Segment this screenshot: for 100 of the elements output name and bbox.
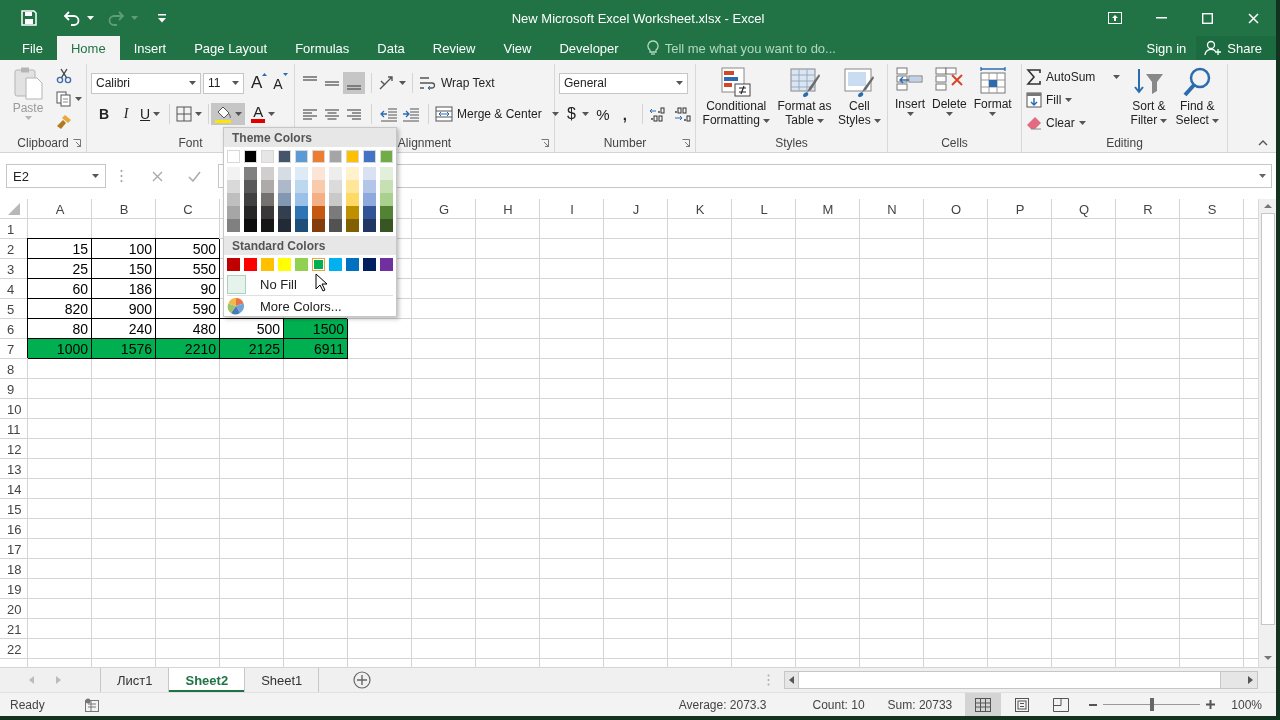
color-swatch[interactable] <box>329 258 342 271</box>
column-header[interactable]: G <box>412 199 476 219</box>
menu-tab[interactable]: Page Layout <box>180 36 282 60</box>
dialog-launcher-icon[interactable] <box>541 139 549 147</box>
column-header[interactable]: B <box>92 199 156 219</box>
color-swatch[interactable] <box>261 193 274 206</box>
color-swatch[interactable] <box>261 150 274 163</box>
percent-button[interactable]: % <box>591 103 614 125</box>
color-swatch[interactable] <box>346 258 359 271</box>
fill-button[interactable]: Fill <box>1026 90 1121 110</box>
column-header[interactable]: N <box>860 199 924 219</box>
row-header[interactable]: 1 <box>0 219 28 239</box>
add-sheet-icon[interactable] <box>353 671 372 689</box>
color-swatch[interactable] <box>261 206 274 219</box>
menu-tab[interactable]: Formulas <box>281 36 364 60</box>
zoom-level[interactable]: 100% <box>1231 697 1262 712</box>
menu-tab[interactable]: Data <box>363 36 419 60</box>
find-select-button[interactable]: Find & Select <box>1171 64 1223 127</box>
color-swatch[interactable] <box>380 219 393 232</box>
row-header[interactable]: 20 <box>0 599 28 619</box>
color-swatch[interactable] <box>380 258 393 271</box>
sheet-tab[interactable]: Sheet2 <box>169 668 246 692</box>
color-swatch[interactable] <box>380 150 393 163</box>
row-header[interactable]: 4 <box>0 279 28 299</box>
column-header[interactable]: C <box>156 199 220 219</box>
color-swatch[interactable] <box>227 167 240 180</box>
color-swatch[interactable] <box>244 206 257 219</box>
fill-color-button[interactable] <box>211 103 246 125</box>
color-swatch[interactable] <box>227 150 240 163</box>
menu-item[interactable]: No Fill <box>260 277 297 292</box>
increase-decimal-icon[interactable] <box>648 106 667 122</box>
color-swatch[interactable] <box>346 193 359 206</box>
color-swatch[interactable] <box>227 206 240 219</box>
color-swatch[interactable] <box>278 206 291 219</box>
shrink-font-button[interactable]: A <box>273 72 288 94</box>
color-swatch[interactable] <box>278 193 291 206</box>
maximize-icon[interactable] <box>1201 12 1213 24</box>
color-swatch[interactable] <box>261 258 274 271</box>
column-header[interactable]: J <box>604 199 668 219</box>
color-swatch[interactable] <box>380 193 393 206</box>
color-swatch[interactable] <box>261 219 274 232</box>
menu-tab[interactable]: File <box>8 36 57 60</box>
close-icon[interactable] <box>1247 12 1259 24</box>
scrollbar-thumb[interactable] <box>798 672 1221 688</box>
currency-button[interactable]: $ <box>567 103 589 125</box>
color-swatch[interactable] <box>363 258 376 271</box>
font-size-dropdown[interactable]: 11 <box>203 72 244 94</box>
menu-tab[interactable]: Developer <box>545 36 633 60</box>
tell-me-field[interactable]: Tell me what you want to do... <box>664 40 885 56</box>
normal-view-button[interactable] <box>965 693 1002 716</box>
scroll-down-icon[interactable] <box>1263 656 1272 661</box>
row-header[interactable]: 16 <box>0 519 28 539</box>
next-sheet-icon[interactable] <box>56 676 61 684</box>
color-swatch[interactable] <box>312 219 325 232</box>
color-swatch[interactable] <box>312 180 325 193</box>
undo-icon[interactable] <box>63 10 81 26</box>
color-swatch[interactable] <box>312 193 325 206</box>
column-header[interactable]: M <box>796 199 860 219</box>
collapse-ribbon-icon[interactable] <box>1258 140 1268 146</box>
decrease-decimal-icon[interactable] <box>672 106 691 122</box>
wrap-text-button[interactable]: Wrap Text <box>419 73 495 93</box>
dialog-launcher-icon[interactable] <box>73 139 81 147</box>
column-header[interactable]: K <box>668 199 732 219</box>
color-swatch[interactable] <box>312 258 325 271</box>
cancel-icon[interactable] <box>152 170 163 182</box>
zoom-out-icon[interactable] <box>1089 703 1098 706</box>
cell-styles-button[interactable]: Cell Styles <box>835 64 883 127</box>
color-swatch[interactable] <box>346 219 359 232</box>
enter-icon[interactable] <box>188 170 201 182</box>
row-header[interactable]: 3 <box>0 259 28 279</box>
color-swatch[interactable] <box>244 193 257 206</box>
underline-button[interactable]: U <box>137 103 164 125</box>
color-swatch[interactable] <box>278 167 291 180</box>
column-header[interactable]: Q <box>1052 199 1116 219</box>
insert-cells-button[interactable]: Insert <box>893 64 927 116</box>
row-header[interactable]: 2 <box>0 239 28 259</box>
color-swatch[interactable] <box>244 180 257 193</box>
italic-button[interactable]: I <box>115 103 137 125</box>
macro-record-icon[interactable] <box>84 697 99 712</box>
color-swatch[interactable] <box>244 258 257 271</box>
zoom-in-icon[interactable] <box>1206 700 1216 709</box>
row-header[interactable]: 17 <box>0 539 28 559</box>
ribbon-display-icon[interactable] <box>1108 12 1122 24</box>
color-swatch[interactable] <box>261 167 274 180</box>
scroll-up-icon[interactable] <box>1263 203 1272 208</box>
sort-filter-button[interactable]: Sort & Filter <box>1126 64 1172 127</box>
color-swatch[interactable] <box>380 206 393 219</box>
share-button[interactable]: Share <box>1196 36 1276 60</box>
format-cells-button[interactable]: Format <box>971 64 1014 116</box>
color-swatch[interactable] <box>363 180 376 193</box>
row-header[interactable]: 18 <box>0 559 28 579</box>
color-swatch[interactable] <box>295 206 308 219</box>
column-header[interactable]: A <box>28 199 92 219</box>
color-swatch[interactable] <box>244 167 257 180</box>
save-icon[interactable] <box>21 10 37 26</box>
color-swatch[interactable] <box>363 206 376 219</box>
column-header[interactable]: I <box>540 199 604 219</box>
row-header[interactable]: 21 <box>0 619 28 639</box>
scroll-left-icon[interactable] <box>789 676 794 684</box>
color-swatch[interactable] <box>312 206 325 219</box>
